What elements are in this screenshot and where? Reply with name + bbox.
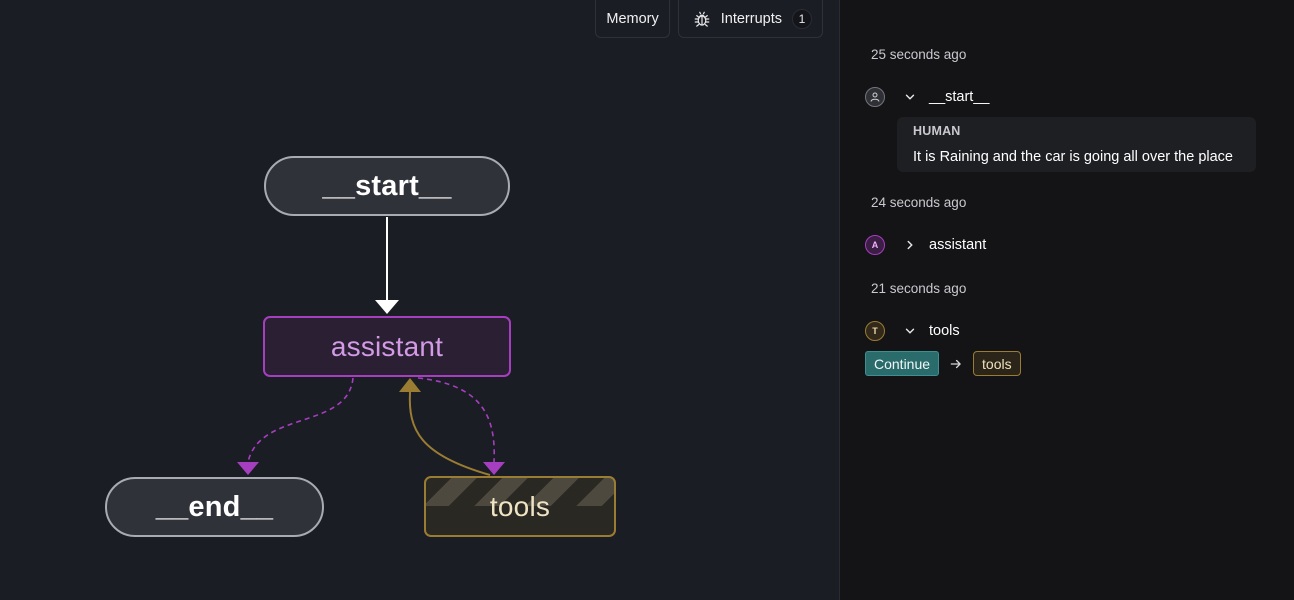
message-text: It is Raining and the car is going all o…: [913, 149, 1233, 165]
chevron-down-icon[interactable]: [903, 324, 917, 338]
edge-assistant-tools: [417, 377, 496, 463]
step-assistant: A assistant: [865, 235, 986, 255]
goto-tools-tag[interactable]: tools: [973, 351, 1021, 376]
node-end-label: __end__: [155, 490, 274, 523]
tools-badge: T: [865, 321, 885, 341]
arrow-right-icon: [950, 359, 962, 368]
step-label-assistant[interactable]: assistant: [929, 237, 986, 253]
assistant-badge: A: [865, 235, 885, 255]
human-message: HUMAN It is Raining and the car is going…: [897, 117, 1256, 172]
node-start[interactable]: __start__: [264, 156, 510, 216]
timestamp: 25 seconds ago: [871, 47, 967, 62]
timestamp: 24 seconds ago: [871, 195, 967, 210]
user-icon: [870, 92, 880, 102]
edge-assistant-end: [247, 377, 354, 463]
node-tools-label: tools: [489, 490, 551, 522]
node-assistant[interactable]: assistant: [263, 316, 511, 377]
edge-assistant-end-arrowhead: [237, 462, 259, 475]
node-tools[interactable]: tools: [424, 476, 616, 537]
step-start: __start__: [865, 87, 989, 107]
user-avatar: [865, 87, 885, 107]
edge-tools-assistant-arrowhead: [399, 378, 421, 392]
node-start-label: __start__: [322, 169, 452, 202]
message-role: HUMAN: [913, 124, 961, 138]
edge-tools-assistant: [408, 391, 491, 476]
command-row: Continue tools: [865, 351, 1021, 376]
step-tools: T tools: [865, 321, 960, 341]
graph-canvas[interactable]: Memory Interrupts 1 __start__ assistant …: [0, 0, 839, 600]
continue-button[interactable]: Continue: [865, 351, 940, 376]
thread-panel[interactable]: 25 seconds ago __start__ HUMAN It is Rai…: [839, 0, 1294, 600]
step-label-tools[interactable]: tools: [929, 323, 960, 339]
node-assistant-label: assistant: [330, 330, 444, 362]
chevron-right-icon[interactable]: [903, 238, 917, 252]
timestamp: 21 seconds ago: [871, 281, 967, 296]
edge-start-assistant-arrowhead: [375, 300, 399, 314]
step-label-start[interactable]: __start__: [929, 89, 989, 105]
node-end[interactable]: __end__: [105, 477, 324, 537]
chevron-down-icon[interactable]: [903, 90, 917, 104]
